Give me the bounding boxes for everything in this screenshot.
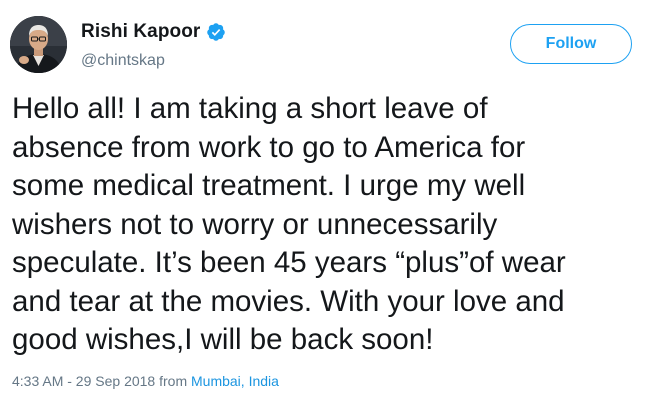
tweet-card: Rishi Kapoor @chintskap Follow Hello all… (0, 0, 659, 400)
avatar-photo-icon (10, 16, 67, 73)
user-handle[interactable]: @chintskap (81, 52, 165, 70)
name-row: Rishi Kapoor (81, 21, 226, 43)
avatar[interactable] (10, 16, 67, 73)
location-city: Mumbai (191, 373, 241, 389)
tweet-meta: 4:33 AM - 29 Sep 2018 from Mumbai, India (12, 373, 279, 389)
follow-button[interactable]: Follow (510, 24, 632, 64)
verified-badge-icon (206, 22, 226, 42)
location-country: India (248, 373, 279, 389)
location-separator: , (240, 373, 245, 389)
tweet-text: Hello all! I am taking a short leave of … (12, 92, 566, 356)
from-label: from (159, 373, 188, 389)
timestamp[interactable]: 4:33 AM - 29 Sep 2018 (12, 373, 155, 389)
display-name[interactable]: Rishi Kapoor (81, 21, 200, 43)
location-link[interactable]: Mumbai, India (191, 373, 279, 389)
